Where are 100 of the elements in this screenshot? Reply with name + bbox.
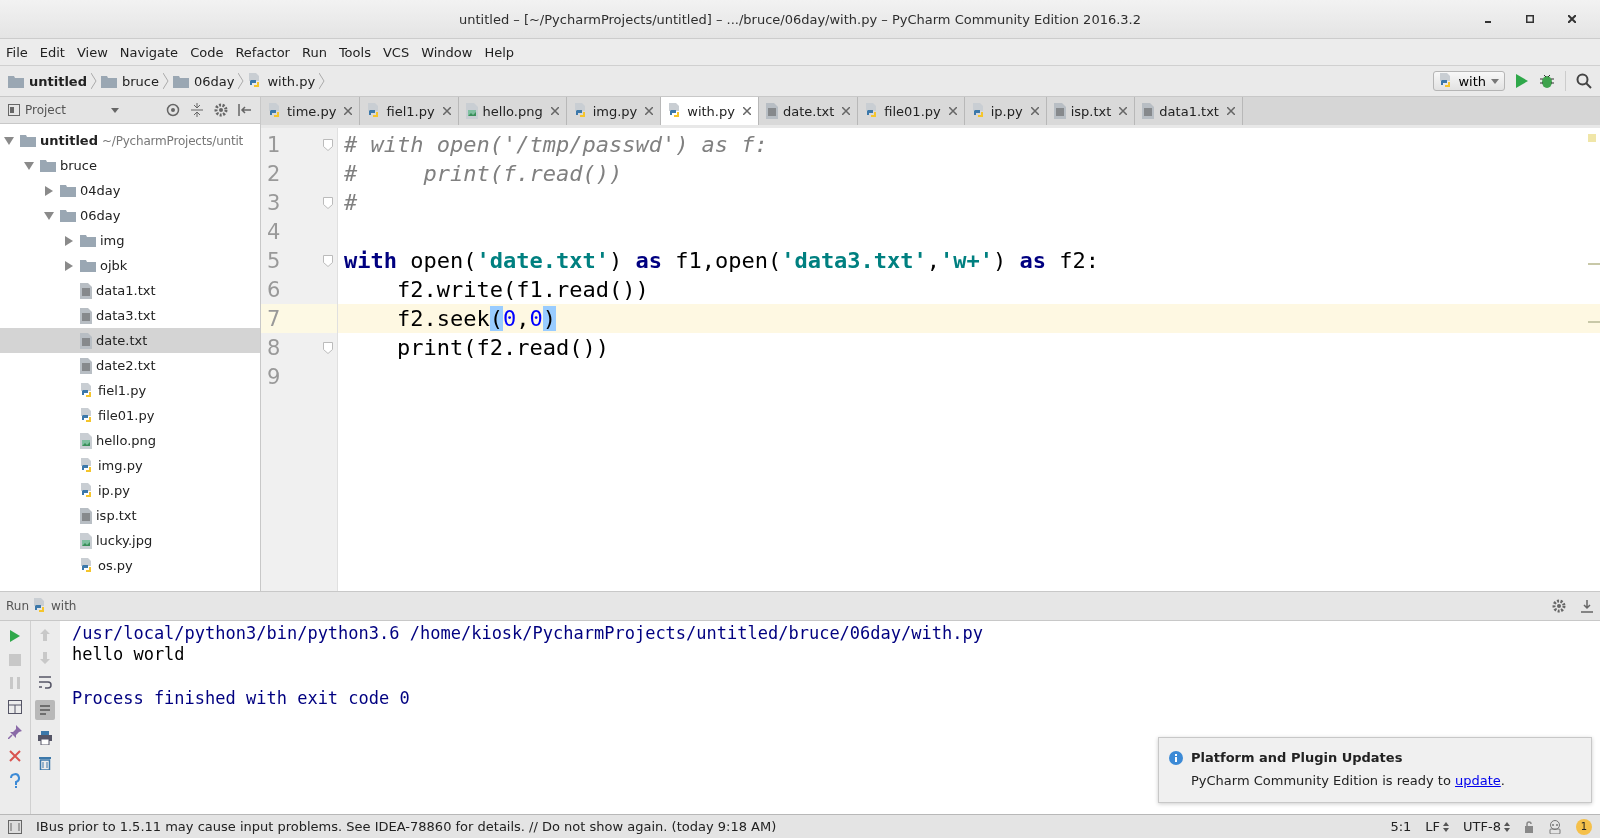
collapse-arrow-icon[interactable] [44, 210, 54, 221]
menu-item[interactable]: VCS [382, 44, 410, 60]
tree-item[interactable]: img.py [0, 453, 260, 478]
code-line: f2.write(f1.read()) [395, 277, 649, 302]
tree-item[interactable]: fiel1.py [0, 378, 260, 403]
breadcrumb-item[interactable]: 06day [172, 73, 235, 89]
menu-item[interactable]: Navigate [119, 44, 179, 60]
line-number: 2 [267, 161, 281, 186]
change-marker [1588, 321, 1600, 323]
pin-icon[interactable] [7, 725, 22, 739]
tree-item[interactable]: 04day [0, 178, 260, 203]
menu-item[interactable]: View [76, 44, 108, 60]
settings-icon[interactable] [214, 103, 228, 117]
caret-icon [1491, 78, 1499, 84]
tree-item[interactable]: isp.txt [0, 503, 260, 528]
breadcrumb-item[interactable]: untitled [8, 73, 87, 89]
help-icon[interactable] [8, 773, 21, 789]
chevron-icon [162, 73, 169, 89]
tree-item[interactable]: ip.py [0, 478, 260, 503]
python-file-icon [80, 482, 94, 499]
breadcrumb-item[interactable]: bruce [101, 73, 159, 89]
folder-icon [60, 209, 76, 222]
tree-item[interactable]: os.py [0, 553, 260, 578]
menu-item[interactable]: Refactor [235, 44, 290, 60]
run-icon[interactable] [7, 629, 22, 643]
tree-item[interactable]: img [0, 228, 260, 253]
close-icon[interactable] [1568, 15, 1576, 23]
menu-item[interactable]: Window [421, 44, 473, 60]
scroll-to-end-icon[interactable] [35, 700, 56, 720]
expand-arrow-icon[interactable] [44, 185, 54, 196]
status-message: IBus prior to 1.5.11 may cause input problems. See IDEA-78860 for details. // Do not show again. (today 9:18 AM) [36, 819, 778, 834]
tree-item[interactable]: hello.png [0, 428, 260, 453]
collapse-arrow-icon[interactable] [24, 160, 34, 171]
trash-icon[interactable] [39, 756, 52, 770]
tree-item[interactable]: untitled ~/PycharmProjects/untit [0, 128, 260, 153]
tree-item[interactable]: date.txt [0, 328, 260, 353]
encoding-selector[interactable]: UTF-8 [1463, 819, 1510, 834]
tree-item[interactable]: ojbk [0, 253, 260, 278]
bug-icon[interactable] [1539, 73, 1555, 89]
inspector-icon[interactable] [1548, 819, 1562, 834]
run-config-dropdown[interactable]: with [1433, 71, 1505, 91]
line-number: 4 [267, 219, 281, 244]
run-icon[interactable] [1515, 73, 1529, 89]
menu-item[interactable]: File [6, 44, 28, 60]
update-link[interactable]: update [1455, 773, 1501, 788]
text-file-icon [80, 332, 92, 349]
collapse-all-icon[interactable] [190, 103, 204, 117]
window-title: untitled – [~/PycharmProjects/untitled] – .../bruce/06day/with.py – PyCharm Community Edition 2016.3.2 [459, 11, 1141, 27]
line-number: 8 [267, 335, 281, 360]
lock-icon[interactable] [1524, 820, 1534, 833]
python-file-icon [971, 103, 986, 119]
close-icon[interactable] [742, 107, 751, 115]
python-file-icon [80, 407, 94, 424]
panel-toggle-icon[interactable] [8, 819, 22, 834]
tree-item[interactable]: bruce [0, 153, 260, 178]
menu-item[interactable]: Tools [338, 44, 371, 60]
run-tab[interactable]: with [33, 598, 77, 614]
expand-arrow-icon[interactable] [64, 260, 74, 271]
tree-item[interactable]: lucky.jpg [0, 528, 260, 553]
folder-icon [80, 234, 96, 247]
target-icon[interactable] [166, 103, 180, 117]
menu-item[interactable]: Edit [39, 44, 65, 60]
info-icon [1169, 750, 1183, 765]
tree-item[interactable]: data3.txt [0, 303, 260, 328]
folder-icon [172, 74, 189, 88]
caret-icon [111, 107, 120, 113]
console-line: /usr/local/python3/bin/python3.6 /home/kiosk/PycharmProjects/untitled/bruce/06day/with.py [72, 623, 983, 644]
caret-position[interactable]: 5:1 [1390, 819, 1412, 834]
collapse-arrow-icon[interactable] [4, 135, 14, 146]
menu-item[interactable]: Code [190, 44, 224, 60]
tree-item[interactable]: data1.txt [0, 278, 260, 303]
text-file-icon [765, 103, 778, 119]
print-icon[interactable] [38, 731, 53, 745]
inspection-marker [1588, 134, 1596, 142]
down-arrow-icon [39, 652, 52, 664]
event-log-badge[interactable]: 1 [1576, 818, 1592, 835]
expand-arrow-icon[interactable] [64, 235, 74, 246]
tree-item[interactable]: file01.py [0, 403, 260, 428]
image-file-icon [80, 532, 92, 549]
console-line: hello world [72, 644, 186, 665]
line-separator-selector[interactable]: LF [1425, 819, 1450, 834]
search-icon[interactable] [1576, 73, 1592, 89]
hide-panel-icon[interactable] [1580, 599, 1594, 613]
settings-icon[interactable] [1552, 599, 1566, 613]
code-line: # print(f.read()) [344, 161, 623, 186]
line-number: 1 [267, 132, 281, 157]
wrap-icon[interactable] [38, 675, 53, 689]
tree-item[interactable]: 06day [0, 203, 260, 228]
menu-item[interactable]: Run [301, 44, 327, 60]
hide-panel-icon[interactable] [238, 103, 252, 117]
tree-item[interactable]: date2.txt [0, 353, 260, 378]
breadcrumb-item[interactable]: with.py [248, 73, 316, 89]
text-file-icon [80, 282, 92, 299]
layout-icon[interactable] [7, 700, 22, 714]
chevron-icon [91, 73, 97, 89]
menu-item[interactable]: Help [484, 44, 515, 60]
editor-tab[interactable]: with.py [661, 97, 759, 125]
text-file-icon [1142, 103, 1155, 119]
updown-icon [1504, 821, 1510, 832]
maximize-icon[interactable] [1526, 15, 1534, 23]
